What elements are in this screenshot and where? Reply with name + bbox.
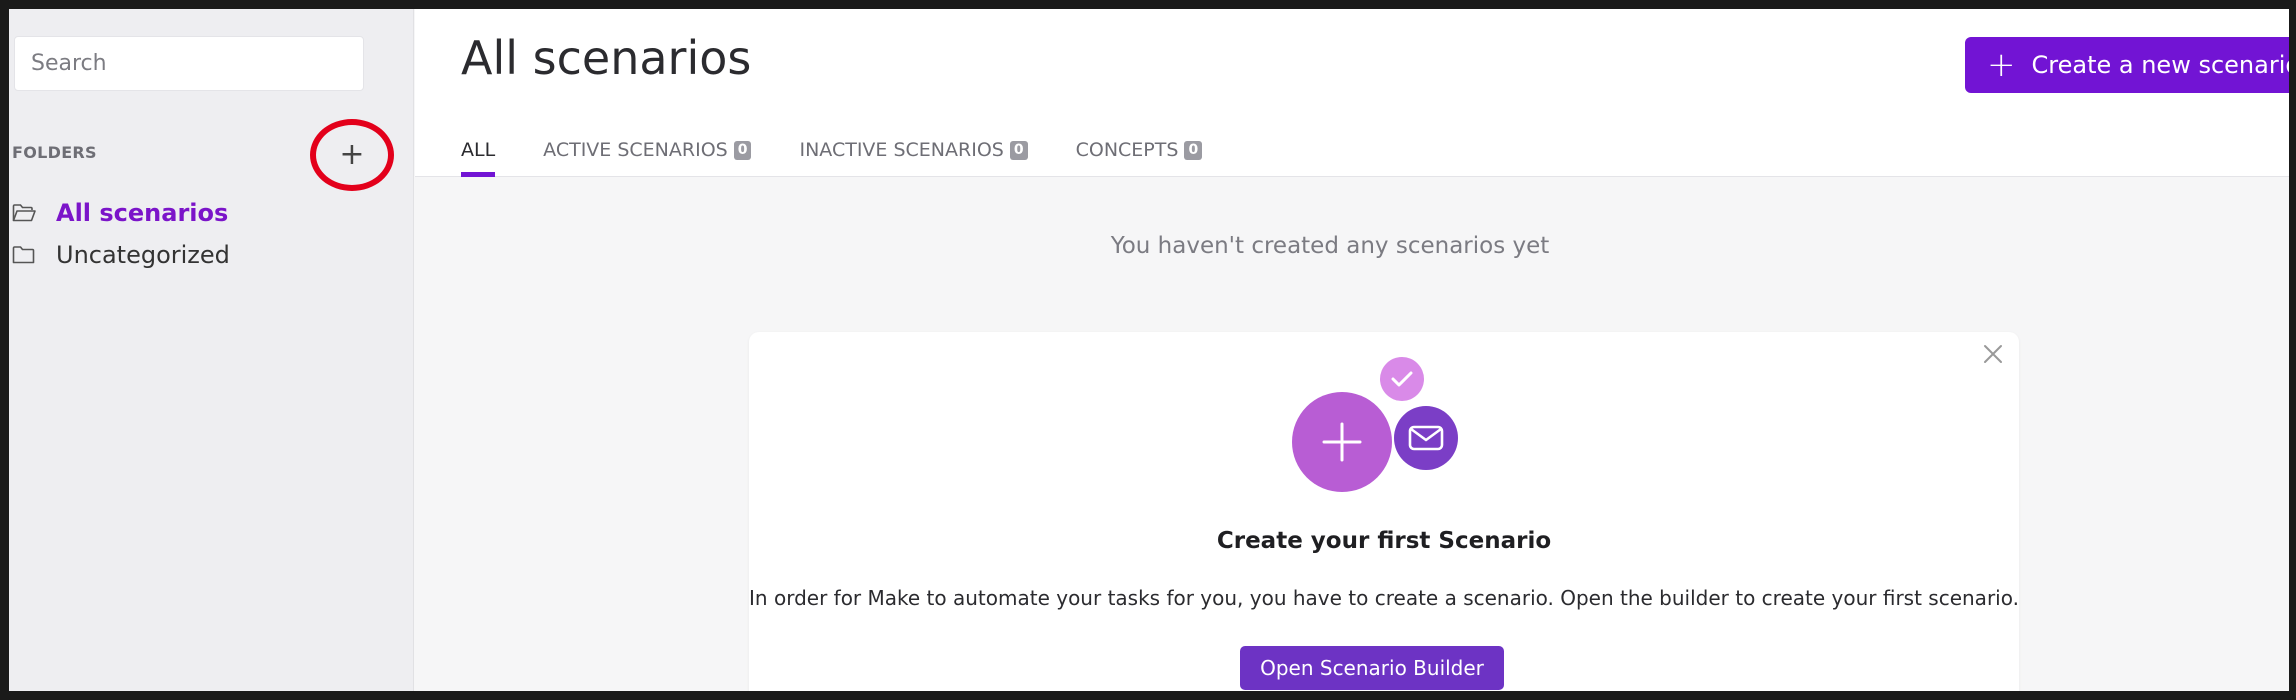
scenario-tabs: ALL ACTIVE SCENARIOS 0 INACTIVE SCENARIO…: [461, 129, 1250, 177]
close-icon[interactable]: [1979, 340, 2007, 368]
card-title: Create your first Scenario: [1216, 528, 1552, 554]
folder-icon: [12, 245, 36, 265]
folder-open-icon: [12, 203, 36, 223]
tab-concepts[interactable]: CONCEPTS 0: [1076, 129, 1203, 177]
tab-label: ACTIVE SCENARIOS: [543, 139, 728, 161]
sidebar-item-uncategorized[interactable]: Uncategorized: [12, 237, 230, 273]
empty-state-message: You haven't created any scenarios yet: [415, 233, 2289, 259]
tab-label: INACTIVE SCENARIOS: [799, 139, 1004, 161]
tab-inactive-scenarios[interactable]: INACTIVE SCENARIOS 0: [799, 129, 1028, 177]
search-input[interactable]: [14, 36, 364, 91]
create-scenario-button[interactable]: + Create a new scenario: [1965, 37, 2289, 93]
tab-label: ALL: [461, 139, 496, 161]
sidebar: FOLDERS + All scenarios Uncategorized: [9, 9, 414, 691]
tab-count-badge: 0: [1184, 141, 1203, 160]
empty-state-text: You haven't created any scenarios yet: [1110, 233, 1550, 259]
tab-count-badge: 0: [733, 141, 752, 160]
scenario-illustration: [1291, 354, 1491, 504]
tab-label: CONCEPTS: [1075, 139, 1179, 161]
plus-icon: +: [1987, 45, 2016, 85]
plus-icon: +: [339, 137, 365, 172]
sidebar-item-all-scenarios[interactable]: All scenarios: [12, 195, 228, 231]
open-scenario-builder-button[interactable]: Open Scenario Builder: [1240, 646, 1504, 690]
app-window: FOLDERS + All scenarios Uncategorized: [9, 9, 2289, 691]
create-scenario-label: Create a new scenario: [2031, 51, 2290, 79]
tab-count-badge: 0: [1009, 141, 1028, 160]
tab-active-scenarios[interactable]: ACTIVE SCENARIOS 0: [543, 129, 752, 177]
add-folder-button[interactable]: +: [310, 119, 394, 191]
sidebar-item-label: Uncategorized: [56, 241, 230, 269]
mail-icon: [1394, 406, 1458, 470]
onboarding-card: Create your first Scenario In order for …: [749, 332, 2019, 691]
card-description: In order for Make to automate your tasks…: [749, 586, 2019, 610]
page-header: All scenarios + Create a new scenario AL…: [415, 9, 2289, 177]
check-icon: [1380, 357, 1424, 401]
main-content: All scenarios + Create a new scenario AL…: [415, 9, 2289, 691]
page-title: All scenarios: [461, 31, 752, 85]
folders-label: FOLDERS: [12, 143, 97, 162]
sidebar-item-label: All scenarios: [56, 199, 229, 227]
tab-all[interactable]: ALL: [461, 129, 496, 177]
